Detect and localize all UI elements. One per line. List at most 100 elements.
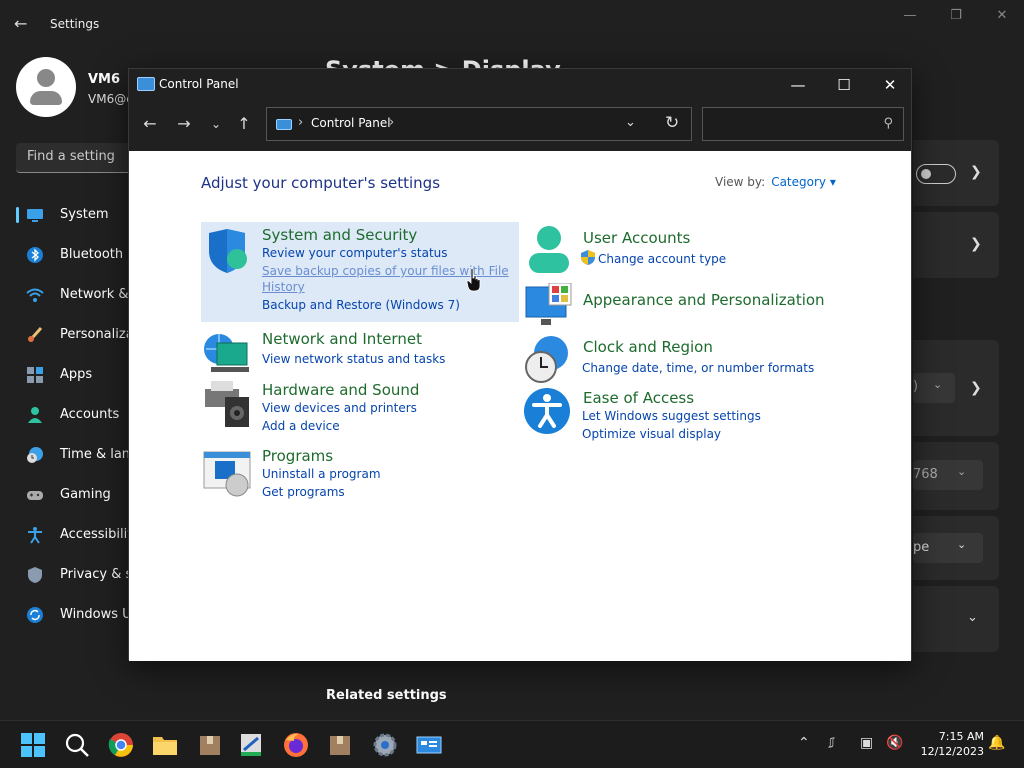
network-globe-icon: [204, 334, 249, 372]
nav-item-privacy[interactable]: Privacy & s: [0, 556, 132, 596]
resolution-dropdown[interactable]: 768 ⌄: [913, 460, 983, 490]
category-link[interactable]: Review your computer's status: [262, 246, 448, 260]
address-bar[interactable]: › Control Panel › ⌄ ↻: [266, 107, 692, 141]
minimize-button[interactable]: —: [775, 69, 821, 101]
minimize-icon[interactable]: —: [902, 8, 918, 24]
package-icon[interactable]: [195, 730, 225, 760]
breadcrumb-control-panel[interactable]: Control Panel: [311, 116, 391, 130]
category-link[interactable]: Let Windows suggest settings: [582, 409, 761, 423]
hand-cursor-icon: [466, 268, 481, 292]
nav-item-apps[interactable]: Apps: [0, 356, 130, 396]
nav-item-time-language[interactable]: Time & lan: [0, 436, 130, 476]
firefox-icon[interactable]: [281, 730, 311, 760]
category-title[interactable]: Programs: [262, 447, 333, 465]
nav-item-accessibility[interactable]: Accessibilit: [0, 516, 132, 556]
toggle-switch[interactable]: [916, 164, 956, 184]
search-icon[interactable]: [62, 730, 92, 760]
settings-gear-icon[interactable]: [370, 730, 400, 760]
category-link[interactable]: Add a device: [262, 419, 340, 433]
orientation-dropdown[interactable]: pe ⌄: [913, 533, 983, 563]
shield-icon: [209, 229, 247, 273]
cp-titlebar[interactable]: Control Panel — ☐ ✕: [129, 69, 911, 101]
category-link[interactable]: Optimize visual display: [582, 427, 721, 441]
nav-item-personalization[interactable]: Personaliza: [0, 316, 134, 356]
file-explorer-icon[interactable]: [150, 730, 180, 760]
start-windows-icon[interactable]: [18, 730, 48, 760]
clock-globe-icon: [525, 336, 568, 383]
back-button[interactable]: ←: [139, 113, 161, 135]
category-link[interactable]: Backup and Restore (Windows 7): [262, 298, 460, 312]
category-link[interactable]: Uninstall a program: [262, 467, 381, 481]
volume-muted-icon[interactable]: 🔇: [886, 735, 903, 751]
related-settings-heading: Related settings: [326, 688, 447, 703]
chevron-right-icon[interactable]: ›: [298, 115, 303, 130]
update-icon: [27, 607, 43, 623]
show-hidden-icons-chevron-icon[interactable]: ⌃: [798, 735, 810, 751]
view-by: View by: Category ▾: [715, 175, 836, 189]
category-link[interactable]: Change account type: [598, 252, 726, 266]
up-button[interactable]: ↑: [233, 113, 255, 135]
category-title[interactable]: Clock and Region: [583, 338, 713, 356]
settings-card-6[interactable]: [913, 586, 999, 652]
package-icon[interactable]: [325, 730, 355, 760]
refresh-icon[interactable]: ↻: [665, 113, 679, 133]
user-email: VM6@c: [88, 92, 133, 106]
search-icon: ⚲: [883, 116, 893, 131]
category-title[interactable]: Ease of Access: [583, 389, 694, 407]
network-disconnected-icon[interactable]: ⎎: [828, 735, 835, 751]
category-link[interactable]: Get programs: [262, 485, 345, 499]
category-title[interactable]: Appearance and Personalization: [583, 291, 825, 309]
chevron-down-icon[interactable]: ⌄: [967, 610, 978, 625]
back-arrow-icon[interactable]: ←: [14, 14, 34, 34]
page-heading: Adjust your computer's settings: [201, 174, 441, 192]
view-by-dropdown[interactable]: Category ▾: [771, 175, 836, 189]
programs-icon: [203, 451, 251, 497]
chevron-right-icon[interactable]: ›: [389, 115, 394, 130]
nav-item-windows-update[interactable]: Windows U: [0, 596, 132, 636]
display-icon[interactable]: ▣: [860, 735, 873, 751]
notification-bell-icon[interactable]: 🔔: [988, 735, 1005, 751]
control-panel-icon[interactable]: [414, 730, 444, 760]
settings-card-2[interactable]: [913, 212, 999, 278]
chevron-down-icon[interactable]: ⌄: [625, 115, 636, 130]
category-link[interactable]: History: [262, 280, 305, 294]
close-icon[interactable]: ✕: [994, 8, 1010, 24]
uac-shield-icon: [581, 250, 595, 265]
chevron-down-icon: ⌄: [957, 538, 967, 551]
chevron-down-icon: ⌄: [933, 378, 943, 391]
category-title[interactable]: System and Security: [262, 226, 417, 244]
scale-dropdown[interactable]: ) ⌄: [913, 373, 955, 403]
apps-icon: [27, 367, 43, 383]
category-title[interactable]: Network and Internet: [262, 330, 422, 348]
category-title[interactable]: User Accounts: [583, 229, 690, 247]
chevron-right-icon[interactable]: ❯: [970, 164, 982, 180]
wifi-icon: [26, 288, 44, 302]
nav-item-bluetooth[interactable]: Bluetooth &: [0, 236, 137, 276]
search-control-panel-input[interactable]: ⚲: [702, 107, 904, 141]
category-link[interactable]: View devices and printers: [262, 401, 417, 415]
forward-button[interactable]: →: [173, 113, 195, 135]
user-icon: [529, 226, 569, 273]
recent-locations-icon[interactable]: ⌄: [205, 113, 227, 135]
close-button[interactable]: ✕: [867, 69, 913, 101]
control-panel-icon: [276, 119, 292, 130]
category-title[interactable]: Hardware and Sound: [262, 381, 419, 399]
editor-icon[interactable]: [236, 730, 266, 760]
restore-icon[interactable]: ❐: [948, 8, 964, 24]
category-link[interactable]: Change date, time, or number formats: [582, 361, 814, 375]
chevron-right-icon[interactable]: ❯: [970, 380, 982, 396]
shield-icon: [28, 567, 42, 583]
chrome-icon[interactable]: [106, 730, 136, 760]
appearance-icon: [525, 283, 572, 325]
taskbar-clock[interactable]: 7:15 AM 12/12/2023: [914, 729, 984, 759]
nav-item-system[interactable]: System: [0, 196, 130, 236]
chevron-right-icon[interactable]: ❯: [970, 236, 982, 252]
system-icon: [27, 209, 43, 222]
nav-item-network[interactable]: Network &: [0, 276, 130, 316]
account-icon: [28, 407, 42, 423]
avatar[interactable]: [16, 57, 76, 117]
nav-item-gaming[interactable]: Gaming: [0, 476, 130, 516]
nav-item-accounts[interactable]: Accounts: [0, 396, 130, 436]
maximize-button[interactable]: ☐: [821, 69, 867, 101]
category-link[interactable]: View network status and tasks: [262, 352, 445, 366]
